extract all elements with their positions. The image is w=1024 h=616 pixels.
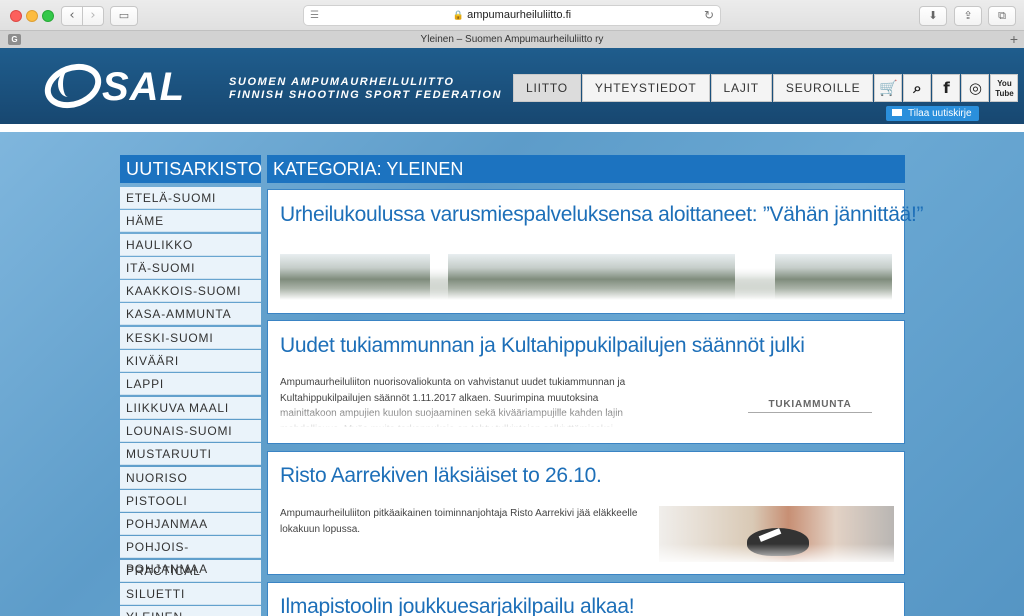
article-card: Ilmapistoolin joukkuesarjakilpailu alkaa… <box>267 582 905 616</box>
sidebar-item-keski-suomi[interactable]: KESKI-SUOMI <box>120 326 261 349</box>
sidebar-title: UUTISARKISTO <box>120 155 262 183</box>
sidebar-item-lounais-suomi[interactable]: LOUNAIS-SUOMI <box>120 419 261 442</box>
lock-icon: 🔒 <box>452 10 465 20</box>
main-nav: LIITTO YHTEYSTIEDOT LAJIT SEUROILLE 🛒 ⌕ … <box>513 74 1019 102</box>
article-title-link[interactable]: Urheilukoulussa varusmiespalveluksensa a… <box>280 202 924 228</box>
tab-bar: G Yleinen – Suomen Ampumaurheiluliitto r… <box>0 30 1024 48</box>
nav-item-liitto[interactable]: LIITTO <box>513 74 581 102</box>
logo-text: SAL <box>102 65 185 109</box>
nav-item-seuroille[interactable]: SEUROILLE <box>772 74 874 102</box>
minimize-window-button[interactable] <box>26 10 38 22</box>
tagline-english: FINNISH SHOOTING SPORT FEDERATION <box>229 89 503 101</box>
forward-button[interactable]: › <box>82 6 104 26</box>
nav-item-lajit[interactable]: LAJIT <box>710 74 772 102</box>
facebook-icon[interactable]: f <box>932 74 961 102</box>
subscribe-newsletter-button[interactable]: Tilaa uutiskirje <box>886 106 979 121</box>
sidebar-item-yleinen[interactable]: YLEINEN <box>120 606 261 616</box>
article-thumbnail[interactable] <box>659 506 894 562</box>
download-icon: ⬇ <box>928 9 938 22</box>
sidebar-item-siluetti[interactable]: SILUETTI <box>120 583 261 606</box>
back-button[interactable]: ‹ <box>61 6 83 26</box>
search-icon[interactable]: ⌕ <box>903 74 932 102</box>
article-excerpt: Ampumaurheiluliiton pitkäaikainen toimin… <box>280 508 638 535</box>
browser-chrome: ‹ › ▭ ☰ 🔒 ampumaurheiluliitto.fi ↻ ⬇ ⇪ ⧉ … <box>0 0 1024 48</box>
article-title-link[interactable]: Ilmapistoolin joukkuesarjakilpailu alkaa… <box>280 594 635 616</box>
youtube-text-bottom: Tube <box>995 89 1014 98</box>
subscribe-label: Tilaa uutiskirje <box>908 108 972 119</box>
sidebar-item-pistooli[interactable]: PISTOOLI <box>120 489 261 512</box>
sidebar-item-pohjois-pohjanmaa[interactable]: POHJOIS-POHJANMAA <box>120 536 261 576</box>
share-icon: ⇪ <box>963 9 973 22</box>
main-content: KATEGORIA: YLEINEN Urheilukoulussa varus… <box>267 155 924 616</box>
news-archive-sidebar: UUTISARKISTO ETELÄ-SUOMI HÄME HAULIKKO I… <box>120 155 262 616</box>
show-tabs-button[interactable]: ⧉ <box>988 6 1016 26</box>
article-card: Risto Aarrekiven läksiäiset to 26.10. Am… <box>267 451 905 575</box>
thumbnail-gap <box>430 254 448 300</box>
article-thumbnail[interactable]: TUKIAMMUNTA <box>748 399 872 413</box>
sal-logo-swoosh-icon <box>58 71 78 97</box>
site-tagline: SUOMEN AMPUMAURHEILULIITTO FINNISH SHOOT… <box>229 76 502 102</box>
sidebar-item-lappi[interactable]: LAPPI <box>120 373 261 396</box>
sidebar-icon: ▭ <box>118 9 130 22</box>
article-title-link[interactable]: Risto Aarrekiven läksiäiset to 26.10. <box>280 463 602 489</box>
browser-toolbar: ‹ › ▭ ☰ 🔒 ampumaurheiluliitto.fi ↻ ⬇ ⇪ ⧉ <box>0 0 1024 30</box>
sidebar-item-mustaruuti[interactable]: MUSTARUUTI <box>120 443 261 466</box>
sidebar-item-practical[interactable]: PRACTICAL <box>120 559 261 582</box>
article-card: Uudet tukiammunnan ja Kultahippukilpailu… <box>267 320 905 444</box>
sidebar-item-hame[interactable]: HÄME <box>120 210 261 233</box>
chevron-right-icon: › <box>90 8 96 23</box>
tagline-finnish: SUOMEN AMPUMAURHEILULIITTO <box>229 76 455 88</box>
sidebar-item-kaakkois-suomi[interactable]: KAAKKOIS-SUOMI <box>120 280 261 303</box>
reload-icon[interactable]: ↻ <box>704 6 714 25</box>
thumbnail-gap <box>735 254 775 300</box>
youtube-icon[interactable]: You Tube <box>990 74 1019 102</box>
instagram-icon[interactable]: ◎ <box>961 74 990 102</box>
sidebar-item-haulikko[interactable]: HAULIKKO <box>120 233 261 256</box>
site-logo[interactable]: SAL <box>38 56 196 116</box>
sidebar-list: ETELÄ-SUOMI HÄME HAULIKKO ITÄ-SUOMI KAAK… <box>120 187 261 616</box>
youtube-text-top: You <box>997 79 1012 88</box>
cart-icon[interactable]: 🛒 <box>874 74 903 102</box>
share-button[interactable]: ⇪ <box>954 6 982 26</box>
sidebar-item-liikkuva-maali[interactable]: LIIKKUVA MAALI <box>120 396 261 419</box>
excerpt-fade <box>268 401 668 431</box>
sidebar-item-ita-suomi[interactable]: ITÄ-SUOMI <box>120 256 261 279</box>
chevron-left-icon: ‹ <box>69 8 75 23</box>
sidebar-item-pohjanmaa[interactable]: POHJANMAA <box>120 513 261 536</box>
header-divider <box>0 124 1024 132</box>
sidebar-item-nuoriso[interactable]: NUORISO <box>120 466 261 489</box>
sidebar-item-etela-suomi[interactable]: ETELÄ-SUOMI <box>120 187 261 209</box>
sidebar-item-kivaari[interactable]: KIVÄÄRI <box>120 350 261 373</box>
close-window-button[interactable] <box>10 10 22 22</box>
reader-icon[interactable]: ☰ <box>310 6 319 25</box>
sidebar-item-kasa-ammunta[interactable]: KASA-AMMUNTA <box>120 303 261 326</box>
tab-active[interactable]: Yleinen – Suomen Ampumaurheiluliitto ry <box>0 31 1024 48</box>
show-sidebar-button[interactable]: ▭ <box>110 6 138 26</box>
url-text: ampumaurheiluliitto.fi <box>467 9 572 21</box>
downloads-button[interactable]: ⬇ <box>919 6 947 26</box>
category-title: KATEGORIA: YLEINEN <box>267 155 905 183</box>
zoom-window-button[interactable] <box>42 10 54 22</box>
envelope-icon <box>892 108 902 116</box>
article-thumbnail[interactable] <box>280 254 892 300</box>
nav-item-yhteystiedot[interactable]: YHTEYSTIEDOT <box>581 74 710 102</box>
tabs-icon: ⧉ <box>998 9 1006 22</box>
address-bar[interactable]: ☰ 🔒 ampumaurheiluliitto.fi ↻ <box>303 5 721 26</box>
article-card: Urheilukoulussa varusmiespalveluksensa a… <box>267 189 924 314</box>
plus-icon[interactable]: + <box>1010 31 1018 48</box>
article-title-link[interactable]: Uudet tukiammunnan ja Kultahippukilpailu… <box>280 333 805 359</box>
thumbnail-fade <box>659 544 894 562</box>
